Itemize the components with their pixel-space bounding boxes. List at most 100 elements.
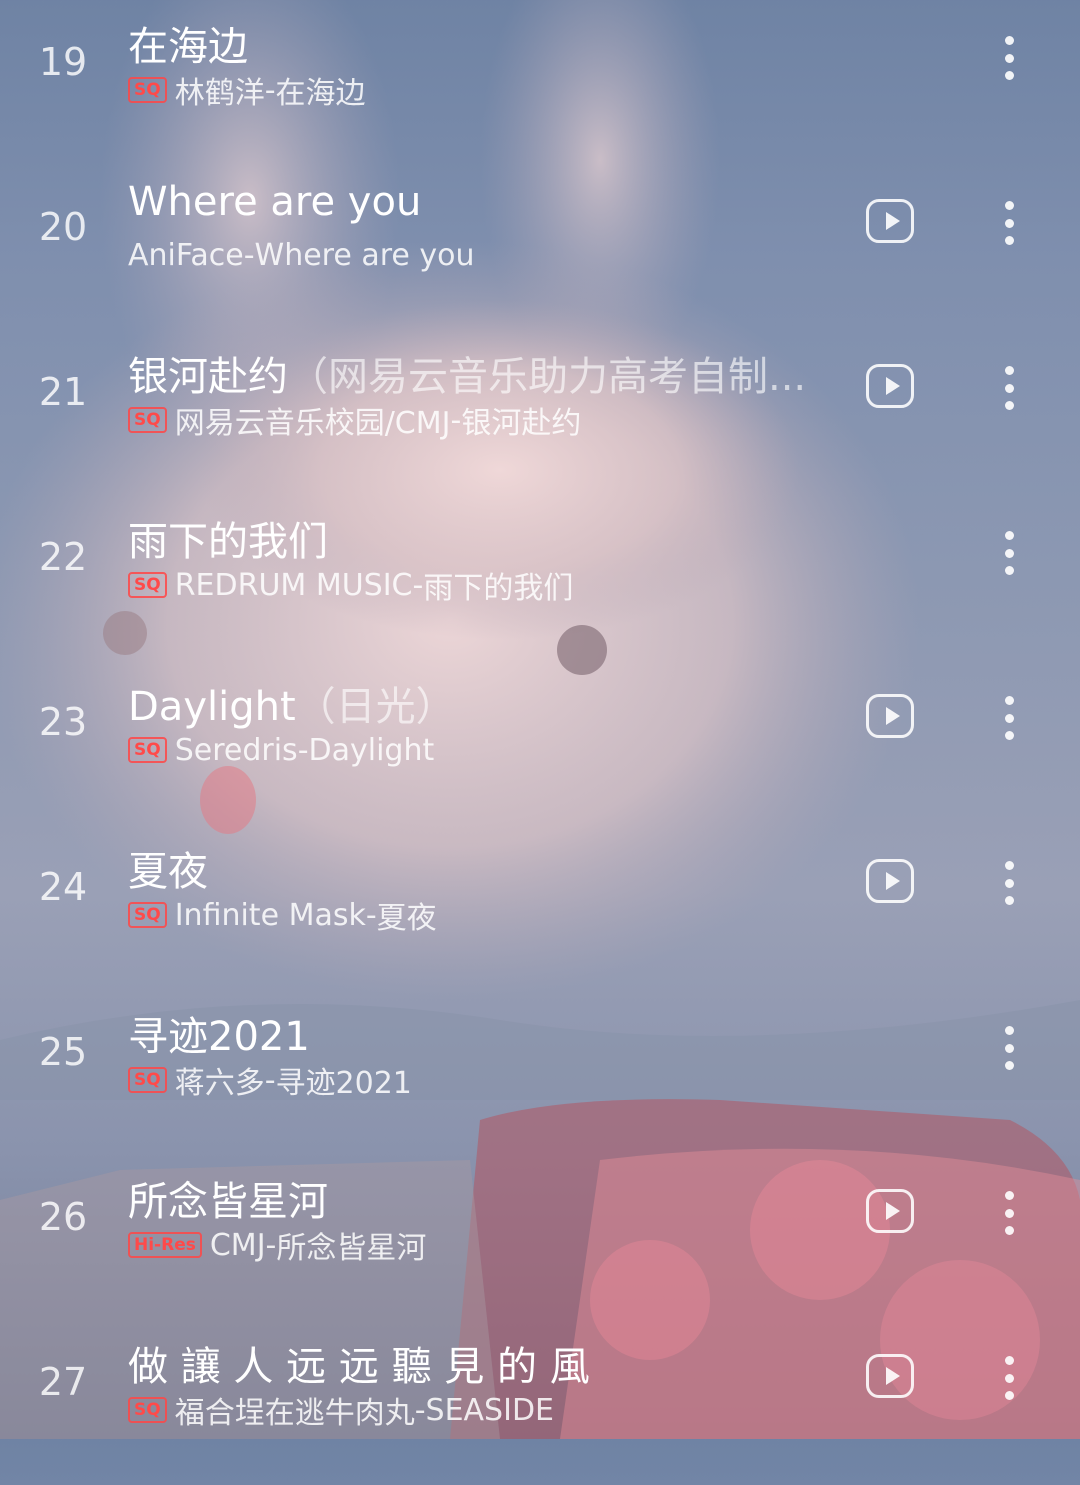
song-title: 银河赴约（网易云音乐助力高考自制... [128, 344, 806, 402]
dot [1004, 1043, 1014, 1053]
song-subtitle: SQ Seredris - Daylight [128, 732, 434, 768]
song-row[interactable]: 24 夏夜 SQ Infinite Mask - 夏夜 [0, 825, 1080, 990]
separator: - [243, 237, 255, 273]
separator: - [265, 1227, 277, 1263]
song-artist: 福合埕在逃牛肉丸 [174, 1396, 415, 1431]
separator: - [264, 1062, 276, 1098]
song-title-extra: （日光） [295, 684, 456, 730]
song-row[interactable]: 27 做 讓 人 远 远 聽 見 的 風 SQ 福合埕在逃牛肉丸 - SEASI… [0, 1320, 1080, 1485]
dot [1004, 71, 1014, 80]
quality-badge: SQ [128, 1067, 167, 1093]
song-title-text: 银河赴约 [128, 354, 288, 400]
dot [1004, 36, 1014, 45]
song-album: 在海边 [275, 76, 366, 111]
more-vertical-icon[interactable] [994, 531, 1024, 575]
dot [1004, 401, 1014, 410]
quality-badge: SQ [128, 407, 167, 433]
play-video-icon[interactable] [866, 199, 914, 243]
song-album: Daylight [308, 732, 435, 768]
song-row[interactable]: 23 Daylight（日光） SQ Seredris - Daylight [0, 660, 1080, 825]
quality-badge: Hi-Res [128, 1232, 202, 1258]
more-vertical-icon[interactable] [994, 696, 1024, 740]
song-title-text: 夏夜 [128, 849, 208, 895]
dot [1004, 1026, 1014, 1035]
song-artist: 林鹤洋 [174, 76, 265, 111]
dot [1004, 896, 1014, 905]
dot [1004, 218, 1014, 228]
play-video-icon[interactable] [866, 364, 914, 408]
dot [1004, 531, 1014, 540]
song-title: Where are you [128, 179, 421, 225]
song-index: 21 [38, 370, 88, 414]
song-artist: Infinite Mask [174, 897, 366, 933]
more-vertical-icon[interactable] [994, 1191, 1024, 1235]
play-video-icon[interactable] [866, 859, 914, 903]
song-title: 做 讓 人 远 远 聽 見 的 風 [128, 1334, 590, 1392]
song-subtitle: SQ 林鹤洋 - 在海边 [128, 72, 366, 111]
dot [1004, 1061, 1014, 1070]
dot [1004, 548, 1014, 558]
song-album: 银河赴约 [461, 406, 582, 441]
song-row[interactable]: 22 雨下的我们 SQ REDRUM MUSIC - 雨下的我们 [0, 495, 1080, 660]
dot [1004, 1356, 1014, 1365]
song-title-extra: （网易云音乐助力高考自制... [288, 354, 807, 400]
dot [1004, 878, 1014, 888]
song-list: 19 在海边 SQ 林鹤洋 - 在海边 20 Where are you Ani… [0, 0, 1080, 1439]
dot [1004, 1391, 1014, 1400]
dot [1004, 1208, 1014, 1218]
song-subtitle: SQ REDRUM MUSIC - 雨下的我们 [128, 567, 573, 606]
more-vertical-icon[interactable] [994, 366, 1024, 410]
song-index: 19 [38, 40, 88, 84]
play-video-icon[interactable] [866, 1354, 914, 1398]
separator: - [414, 1392, 426, 1428]
dot [1004, 236, 1014, 245]
song-row[interactable]: 26 所念皆星河 Hi-Res CMJ - 所念皆星河 [0, 1155, 1080, 1320]
song-title: 雨下的我们 [128, 509, 328, 567]
more-vertical-icon[interactable] [994, 201, 1024, 245]
separator: - [264, 72, 276, 108]
song-title: Daylight（日光） [128, 674, 456, 732]
song-title-text: Where are you [128, 179, 422, 225]
song-subtitle: SQ 蒋六多 - 寻迹2021 [128, 1062, 412, 1101]
song-title-text: 做 讓 人 远 远 聽 見 的 風 [128, 1344, 590, 1390]
quality-badge: SQ [128, 1397, 167, 1423]
more-vertical-icon[interactable] [994, 861, 1024, 905]
song-artist: 蒋六多 [174, 1066, 265, 1101]
separator: - [412, 567, 424, 603]
song-album: 夏夜 [376, 901, 437, 936]
song-subtitle: Hi-Res CMJ - 所念皆星河 [128, 1227, 426, 1266]
quality-badge: SQ [128, 572, 167, 598]
dot [1004, 713, 1014, 723]
song-index: 26 [38, 1195, 88, 1239]
dot [1004, 53, 1014, 63]
more-vertical-icon[interactable] [994, 1356, 1024, 1400]
more-vertical-icon[interactable] [994, 1026, 1024, 1070]
song-album: 寻迹2021 [275, 1066, 412, 1101]
song-row[interactable]: 19 在海边 SQ 林鹤洋 - 在海边 [0, 0, 1080, 165]
song-title-text: Daylight [128, 684, 296, 730]
separator: - [450, 402, 462, 438]
song-album: Where are you [254, 237, 475, 273]
song-row[interactable]: 21 银河赴约（网易云音乐助力高考自制... SQ 网易云音乐校园/CMJ - … [0, 330, 1080, 495]
song-title: 寻迹2021 [128, 1004, 310, 1062]
play-video-icon[interactable] [866, 694, 914, 738]
more-vertical-icon[interactable] [994, 36, 1024, 80]
quality-badge: SQ [128, 737, 167, 763]
song-index: 27 [38, 1360, 88, 1404]
play-video-icon[interactable] [866, 1189, 914, 1233]
song-index: 25 [38, 1030, 88, 1074]
song-row[interactable]: 25 寻迹2021 SQ 蒋六多 - 寻迹2021 [0, 990, 1080, 1155]
separator: - [297, 732, 309, 768]
song-index: 24 [38, 865, 88, 909]
dot [1004, 731, 1014, 740]
dot [1004, 1191, 1014, 1200]
song-title: 夏夜 [128, 839, 208, 897]
song-title-text: 雨下的我们 [128, 519, 328, 565]
song-artist: CMJ [209, 1227, 266, 1263]
dot [1004, 1373, 1014, 1383]
song-row[interactable]: 20 Where are you AniFace - Where are you [0, 165, 1080, 330]
song-subtitle: SQ Infinite Mask - 夏夜 [128, 897, 437, 936]
quality-badge: SQ [128, 77, 167, 103]
dot [1004, 861, 1014, 870]
song-artist: AniFace [128, 237, 244, 273]
